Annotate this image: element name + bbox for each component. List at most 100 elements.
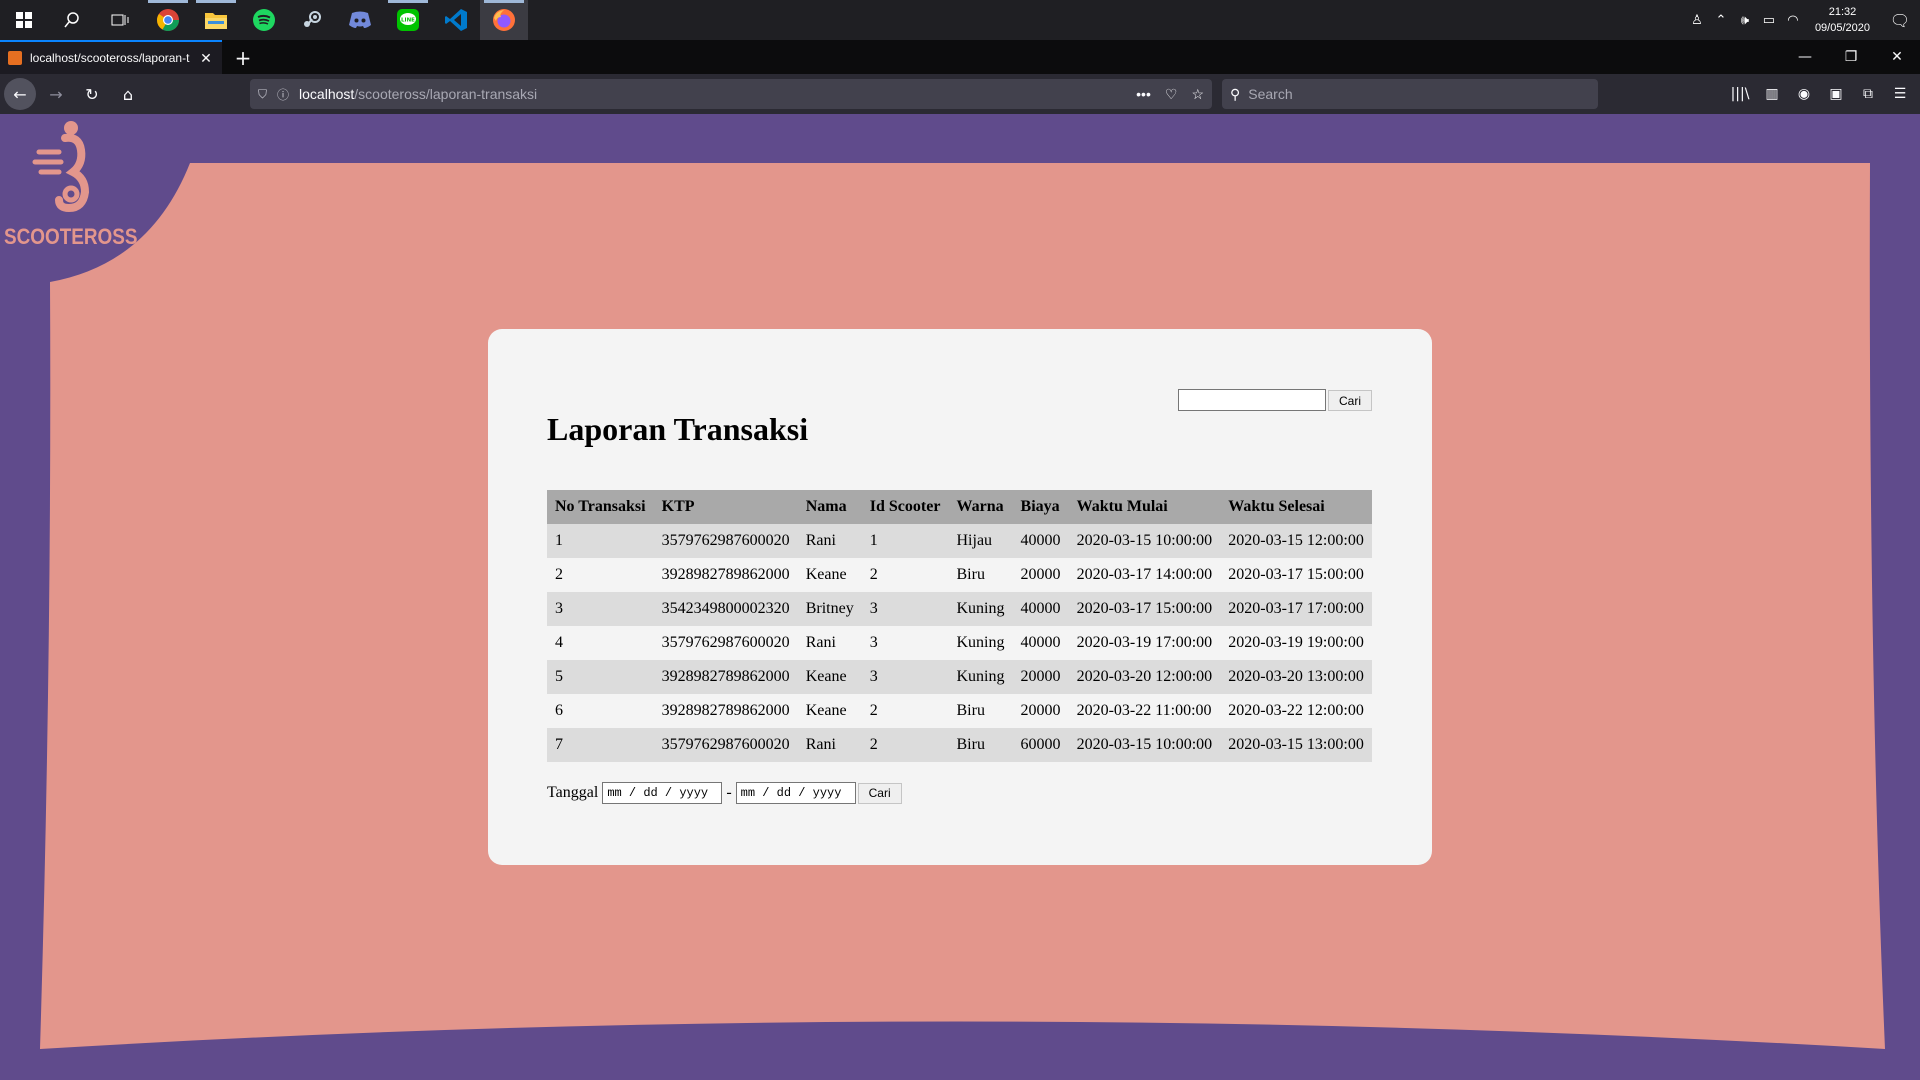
table-cell: 2020-03-19 19:00:00 — [1220, 626, 1372, 660]
account-icon[interactable]: ◉ — [1790, 86, 1818, 102]
table-cell: Keane — [797, 558, 862, 592]
column-header: Id Scooter — [861, 490, 949, 524]
column-header: Warna — [948, 490, 1013, 524]
vscode-icon[interactable] — [432, 0, 480, 40]
date-to-input[interactable]: mm / dd / yyyy — [735, 782, 856, 804]
page-viewport: SCOOTEROSS Cari Laporan Transaksi No Tra… — [0, 114, 1920, 1080]
table-cell: 3928982789862000 — [653, 558, 798, 592]
notifications-icon[interactable]: 🗨 — [1880, 11, 1920, 30]
wifi-icon[interactable]: ◠ — [1781, 13, 1805, 28]
library-icon[interactable]: |||\ — [1726, 86, 1754, 102]
report-card: Cari Laporan Transaksi No Transaksi KTP Na… — [488, 329, 1432, 865]
search-box[interactable]: ⚲ Search — [1222, 79, 1598, 109]
date-from-placeholder: mm / dd / yyyy — [607, 786, 709, 800]
table-cell: Britney — [797, 592, 862, 626]
table-cell: Biru — [948, 694, 1013, 728]
table-cell: Kuning — [948, 660, 1013, 694]
line-icon[interactable]: LINE — [384, 0, 432, 40]
search-icon[interactable] — [48, 0, 96, 40]
table-cell: 3 — [547, 592, 654, 626]
clock[interactable]: 21:32 09/05/2020 — [1805, 4, 1880, 36]
table-row: 3 3542349800002320 Britney 3 Kuning 40000 2020… — [547, 592, 1372, 626]
table-cell: 3579762987600020 — [653, 524, 798, 558]
table-cell: 7 — [547, 728, 654, 762]
favicon-icon — [8, 51, 22, 65]
table-cell: 4 — [547, 626, 654, 660]
table-cell: 2020-03-20 12:00:00 — [1068, 660, 1221, 694]
tracking-shield-icon[interactable]: ⛉ — [258, 87, 267, 102]
table-cell: 3 — [861, 592, 949, 626]
table-cell: 40000 — [1012, 626, 1069, 660]
home-icon[interactable]: ⌂ — [112, 78, 144, 110]
date-to-placeholder: mm / dd / yyyy — [740, 786, 842, 800]
file-explorer-icon[interactable] — [192, 0, 240, 40]
toolbar-right: |||\ ▥ ◉ ▣ ⧉ ☰ — [1726, 74, 1914, 114]
battery-icon[interactable]: ▭ — [1757, 13, 1781, 28]
table-row: 6 3928982789862000 Keane 2 Biru 20000 2020-03-… — [547, 694, 1372, 728]
table-cell: 3928982789862000 — [653, 660, 798, 694]
windows-logo-icon[interactable] — [0, 0, 48, 40]
column-header: Biaya — [1012, 490, 1069, 524]
minimize-icon[interactable]: — — [1782, 40, 1828, 74]
task-view-icon[interactable] — [96, 0, 144, 40]
back-icon[interactable]: ← — [4, 78, 36, 110]
containers-icon[interactable]: ▣ — [1822, 86, 1850, 102]
steam-icon[interactable] — [288, 0, 336, 40]
date-search-button[interactable]: Cari — [857, 782, 902, 804]
close-tab-icon[interactable]: ✕ — [198, 50, 214, 67]
table-cell: 2 — [547, 558, 654, 592]
site-info-icon[interactable]: ⓘ — [277, 86, 289, 103]
date-label: Tanggal — [547, 784, 599, 801]
pocket-icon[interactable]: ♡ — [1165, 86, 1178, 103]
chrome-icon[interactable] — [144, 0, 192, 40]
people-icon[interactable]: ♙ — [1685, 13, 1709, 28]
column-header: Waktu Mulai — [1068, 490, 1221, 524]
table-cell: 2020-03-17 14:00:00 — [1068, 558, 1221, 592]
firefox-icon[interactable] — [480, 0, 528, 40]
logo-text: SCOOTEROSS — [4, 224, 138, 249]
url-bar[interactable]: ⛉ ⓘ localhost/scooteross/laporan-transak… — [250, 79, 1212, 109]
bookmark-star-icon[interactable]: ☆ — [1191, 86, 1204, 103]
forward-icon[interactable]: → — [40, 78, 72, 110]
table-cell: 1 — [861, 524, 949, 558]
new-tab-icon[interactable]: + — [232, 46, 254, 70]
reload-icon[interactable]: ↻ — [76, 78, 108, 110]
table-cell: 2020-03-22 12:00:00 — [1220, 694, 1372, 728]
table-cell: 2020-03-15 12:00:00 — [1220, 524, 1372, 558]
chevron-up-icon[interactable]: ⌃ — [1709, 13, 1733, 28]
table-cell: 2020-03-15 13:00:00 — [1220, 728, 1372, 762]
close-window-icon[interactable]: ✕ — [1874, 40, 1920, 74]
table-cell: Hijau — [948, 524, 1013, 558]
svg-text:LINE: LINE — [401, 18, 415, 24]
table-cell: 2020-03-20 13:00:00 — [1220, 660, 1372, 694]
extensions-icon[interactable]: ⧉ — [1854, 86, 1882, 102]
report-search-input[interactable] — [1178, 389, 1326, 411]
table-cell: 60000 — [1012, 728, 1069, 762]
table-cell: Biru — [948, 558, 1013, 592]
report-search-button[interactable]: Cari — [1328, 390, 1372, 411]
discord-icon[interactable] — [336, 0, 384, 40]
table-cell: 40000 — [1012, 524, 1069, 558]
volume-icon[interactable]: 🕪 — [1733, 13, 1757, 28]
table-cell: Keane — [797, 660, 862, 694]
date-from-input[interactable]: mm / dd / yyyy — [602, 782, 723, 804]
sidebar-icon[interactable]: ▥ — [1758, 86, 1786, 102]
table-row: 7 3579762987600020 Rani 2 Biru 60000 2020-03-1… — [547, 728, 1372, 762]
page-title: Laporan Transaksi — [547, 411, 809, 447]
restore-icon[interactable]: ❐ — [1828, 40, 1874, 74]
page-actions-icon[interactable]: ••• — [1136, 86, 1151, 103]
table-cell: Kuning — [948, 592, 1013, 626]
browser-tab[interactable]: localhost/scooteross/laporan-t ✕ — [0, 40, 222, 74]
table-cell: 3579762987600020 — [653, 728, 798, 762]
menu-icon[interactable]: ☰ — [1886, 86, 1914, 102]
column-header: Waktu Selesai — [1220, 490, 1372, 524]
column-header: KTP — [653, 490, 798, 524]
tab-title: localhost/scooteross/laporan-t — [30, 51, 190, 65]
spotify-icon[interactable] — [240, 0, 288, 40]
table-cell: 2020-03-15 10:00:00 — [1068, 524, 1221, 558]
search-placeholder: Search — [1248, 86, 1293, 102]
table-cell: 2 — [861, 694, 949, 728]
scooter-rider-icon — [32, 121, 90, 213]
table-row: 1 3579762987600020 Rani 1 Hijau 40000 2020-03-… — [547, 524, 1372, 558]
table-cell: 2020-03-17 15:00:00 — [1220, 558, 1372, 592]
